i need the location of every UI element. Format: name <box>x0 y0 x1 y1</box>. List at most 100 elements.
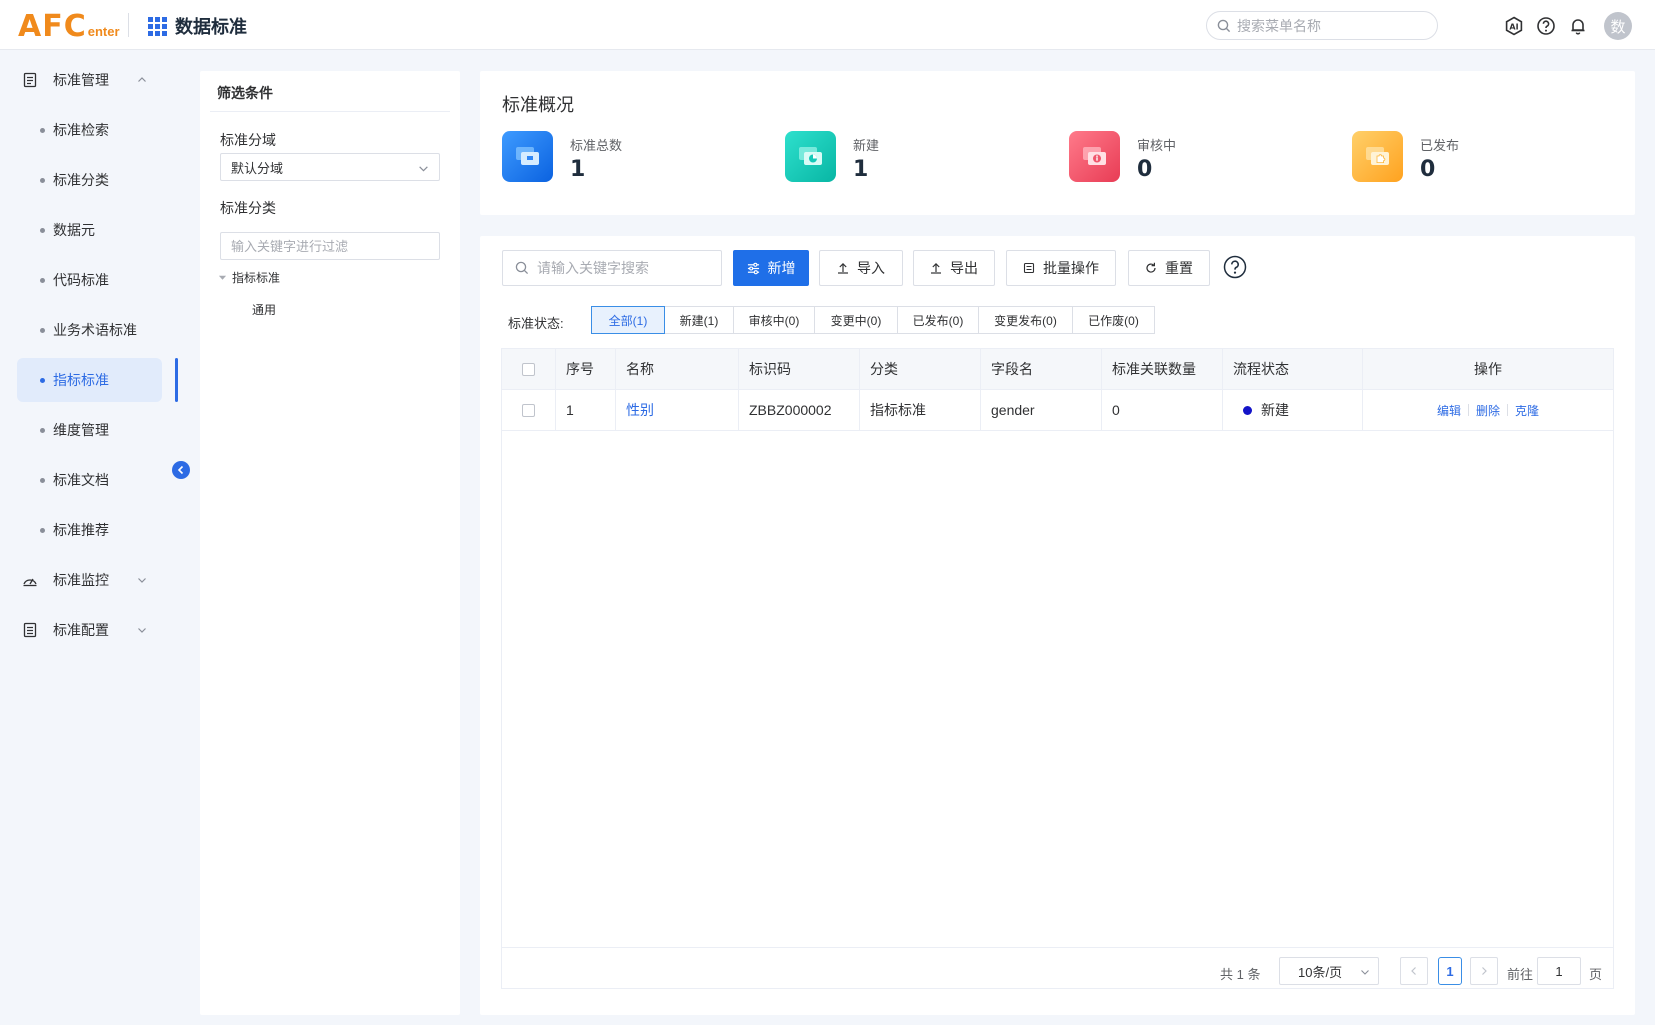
nav-item-standard-docs[interactable]: 标准文档 <box>17 458 162 502</box>
batch-icon <box>1023 262 1035 274</box>
stat-badge <box>1069 131 1120 182</box>
goto-page-input[interactable] <box>1537 957 1581 985</box>
stat-label: 新建 <box>853 138 880 153</box>
nav-active-indicator <box>175 358 178 402</box>
category-filter-input[interactable] <box>220 232 440 260</box>
bullet-dot <box>40 527 45 533</box>
stat-label: 审核中 <box>1137 138 1177 153</box>
nav-group-standard-config[interactable]: 标准配置 <box>0 610 179 650</box>
bullet-dot <box>40 277 45 283</box>
nav-item-label: 业务术语标准 <box>53 322 137 338</box>
tree-node-label: 通用 <box>252 303 277 317</box>
chevron-left-icon <box>1411 967 1416 975</box>
nav-item-business-term[interactable]: 业务术语标准 <box>17 308 162 352</box>
edit-link[interactable]: 编辑 <box>1437 402 1461 419</box>
bullet-dot <box>40 127 45 133</box>
goto-label: 前往 <box>1507 967 1534 982</box>
nav-item-standard-recommend[interactable]: 标准推荐 <box>17 508 162 552</box>
column-header: 分类 <box>860 349 981 389</box>
status-tab-reviewing[interactable]: 审核中(0) <box>733 306 815 334</box>
page-number-current[interactable]: 1 <box>1438 957 1462 985</box>
keyword-search-box[interactable] <box>502 250 722 286</box>
status-tab-abolished[interactable]: 已作废(0) <box>1072 306 1155 334</box>
app-title-text: 数据标准 <box>175 17 247 37</box>
batch-operation-button[interactable]: 批量操作 <box>1006 250 1116 286</box>
column-header: 标准关联数量 <box>1102 349 1223 389</box>
upload-icon <box>838 262 848 274</box>
chevron-left-icon <box>177 465 184 475</box>
nav-item-data-element[interactable]: 数据元 <box>17 208 162 252</box>
nav-item-standard-search[interactable]: 标准检索 <box>17 108 162 152</box>
nav-group-label: 标准管理 <box>53 72 109 88</box>
stat-badge <box>1352 131 1403 182</box>
nav-item-code-standard[interactable]: 代码标准 <box>17 258 162 302</box>
page-size-value: 10条/页 <box>1298 964 1343 980</box>
filter-title-divider <box>210 111 450 112</box>
add-button[interactable]: 新增 <box>733 250 809 286</box>
domain-select-value: 默认分域 <box>231 160 284 176</box>
afcenter-logo[interactable]: AFC enter <box>18 8 120 42</box>
export-button-label: 导出 <box>950 260 978 276</box>
status-tab-new[interactable]: 新建(1) <box>664 306 734 334</box>
column-header: 序号 <box>556 349 616 389</box>
import-button-label: 导入 <box>857 260 885 276</box>
status-tab-changing[interactable]: 变更中(0) <box>814 306 898 334</box>
upload-icon <box>931 262 941 274</box>
stat-badge <box>785 131 836 182</box>
row-actions: 编辑 删除 克隆 <box>1363 390 1613 430</box>
page-size-select[interactable]: 10条/页 <box>1279 957 1379 985</box>
standard-list-panel: 新增 导入 导出 批量操作 重置 标准状态: 全部(1) 新建(1) 审核中(0… <box>480 236 1635 1015</box>
select-all-checkbox[interactable] <box>522 362 535 376</box>
tree-node-general[interactable]: 通用 <box>252 301 276 318</box>
nav-item-indicator-standard[interactable]: 指标标准 <box>17 358 162 402</box>
reset-button[interactable]: 重置 <box>1128 250 1210 286</box>
stat-value: 0 <box>1137 157 1153 182</box>
bullet-dot <box>40 427 45 433</box>
nav-item-dimension-management[interactable]: 维度管理 <box>17 408 162 452</box>
nav-item-standard-category[interactable]: 标准分类 <box>17 158 162 202</box>
help-icon[interactable] <box>1223 255 1247 279</box>
bullet-dot <box>40 227 45 233</box>
pager-divider <box>502 947 1613 948</box>
stat-badge <box>502 131 553 182</box>
import-button[interactable]: 导入 <box>819 250 903 286</box>
export-button[interactable]: 导出 <box>913 250 995 286</box>
clone-link[interactable]: 克隆 <box>1515 402 1539 419</box>
bullet-dot <box>40 327 45 333</box>
row-checkbox[interactable] <box>522 403 535 417</box>
nav-group-standard-management[interactable]: 标准管理 <box>0 60 179 100</box>
nav-group-standard-monitor[interactable]: 标准监控 <box>0 560 179 600</box>
ai-icon[interactable]: AI <box>1504 16 1524 36</box>
chevron-down-icon <box>138 628 146 633</box>
row-name-link[interactable]: 性别 <box>616 390 739 430</box>
nav-item-label: 代码标准 <box>53 272 109 288</box>
overview-heading: 标准概况 <box>502 95 574 115</box>
nav-item-label: 数据元 <box>53 222 95 238</box>
menu-search-box[interactable] <box>1206 11 1438 40</box>
status-filter-tabs: 全部(1) 新建(1) 审核中(0) 变更中(0) 已发布(0) 变更发布(0)… <box>591 306 1155 334</box>
delete-link[interactable]: 删除 <box>1476 402 1500 419</box>
column-header: 名称 <box>616 349 739 389</box>
help-icon[interactable] <box>1536 16 1556 36</box>
add-button-label: 新增 <box>767 260 796 276</box>
collapse-sidebar-button[interactable] <box>172 461 190 479</box>
menu-search-input[interactable] <box>1237 17 1427 34</box>
domain-select[interactable]: 默认分域 <box>220 153 440 181</box>
status-tab-published[interactable]: 已发布(0) <box>897 306 979 334</box>
next-page-button[interactable] <box>1470 957 1498 985</box>
column-header: 标识码 <box>739 349 860 389</box>
bell-icon[interactable] <box>1568 16 1588 36</box>
puzzle-icon <box>1365 146 1389 165</box>
app-grid-icon <box>148 16 167 36</box>
status-tab-all[interactable]: 全部(1) <box>591 306 665 334</box>
tree-node-indicator[interactable]: 指标标准 <box>218 269 280 286</box>
row-field-name: gender <box>981 390 1102 430</box>
row-select-cell <box>502 390 556 430</box>
status-tab-change-published[interactable]: 变更发布(0) <box>978 306 1073 334</box>
app-title[interactable]: 数据标准 <box>148 13 247 39</box>
keyword-search-input[interactable] <box>537 260 717 276</box>
info-icon <box>1082 146 1106 165</box>
prev-page-button[interactable] <box>1400 957 1428 985</box>
user-avatar[interactable]: 数 <box>1604 12 1632 40</box>
overview-panel: 标准概况 标准总数 1 新建 1 审核中 0 已发布 0 <box>480 71 1635 215</box>
